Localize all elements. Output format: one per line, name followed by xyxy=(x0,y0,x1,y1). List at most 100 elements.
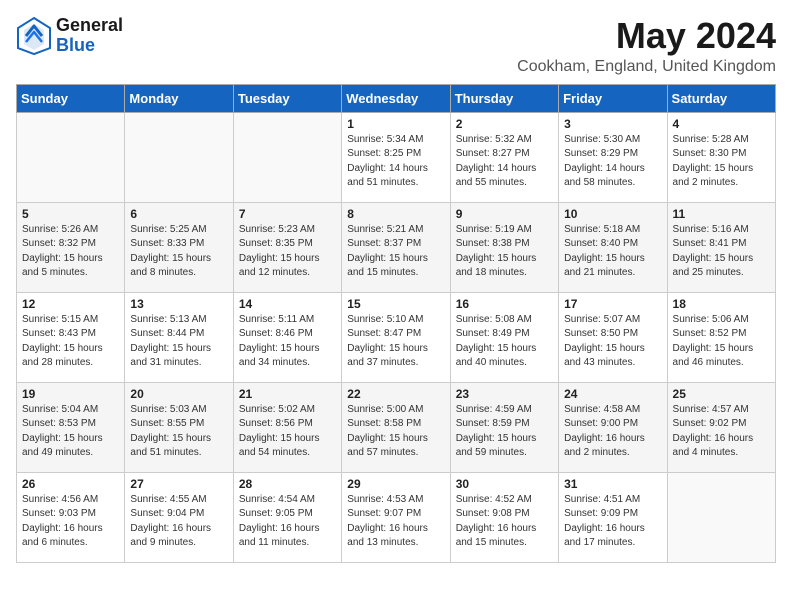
page-header: General Blue May 2024 Cookham, England, … xyxy=(16,16,776,76)
day-content: Sunrise: 4:54 AM Sunset: 9:05 PM Dayligh… xyxy=(239,493,336,551)
day-number: 9 xyxy=(456,207,553,221)
day-number: 17 xyxy=(564,297,661,311)
table-row: 2Sunrise: 5:32 AM Sunset: 8:27 PM Daylig… xyxy=(450,112,558,202)
day-content: Sunrise: 5:34 AM Sunset: 8:25 PM Dayligh… xyxy=(347,133,444,191)
calendar-week-row: 5 Sunrise: 5:26 AM Sunset: 8:32 PM Daylig… xyxy=(17,202,776,292)
table-row: 13 Sunrise: 5:13 AM Sunset: 8:44 PM Dayli… xyxy=(125,292,233,382)
day-number: 29 xyxy=(347,477,444,491)
day-content: Sunrise: 5:08 AM Sunset: 8:49 PM Dayligh… xyxy=(456,313,553,371)
day-number: 3 xyxy=(564,117,661,131)
day-content: Sunrise: 5:25 AM Sunset: 8:33 PM Dayligh… xyxy=(130,223,227,281)
day-content: Sunrise: 5:04 AM Sunset: 8:53 PM Dayligh… xyxy=(22,403,119,461)
day-number: 12 xyxy=(22,297,119,311)
day-content: Sunrise: 4:53 AM Sunset: 9:07 PM Dayligh… xyxy=(347,493,444,551)
table-row: 26 Sunrise: 4:56 AM Sunset: 9:03 PM Dayli… xyxy=(17,472,125,562)
day-number: 22 xyxy=(347,387,444,401)
day-content: Sunrise: 4:52 AM Sunset: 9:08 PM Dayligh… xyxy=(456,493,553,551)
table-row: 16 Sunrise: 5:08 AM Sunset: 8:49 PM Dayli… xyxy=(450,292,558,382)
day-content: Sunrise: 5:23 AM Sunset: 8:35 PM Dayligh… xyxy=(239,223,336,281)
table-row: 8Sunrise: 5:21 AM Sunset: 8:37 PM Daylig… xyxy=(342,202,450,292)
day-content: Sunrise: 5:07 AM Sunset: 8:50 PM Dayligh… xyxy=(564,313,661,371)
table-row: 30 Sunrise: 4:52 AM Sunset: 9:08 PM Dayli… xyxy=(450,472,558,562)
table-row: 7 Sunrise: 5:23 AM Sunset: 8:35 PM Daylig… xyxy=(233,202,341,292)
day-number: 30 xyxy=(456,477,553,491)
day-content: Sunrise: 5:02 AM Sunset: 8:56 PM Dayligh… xyxy=(239,403,336,461)
day-number: 18 xyxy=(673,297,770,311)
table-row: 9 Sunrise: 5:19 AM Sunset: 8:38 PM Daylig… xyxy=(450,202,558,292)
day-number: 2 xyxy=(456,117,553,131)
day-number: 24 xyxy=(564,387,661,401)
day-content: Sunrise: 5:03 AM Sunset: 8:55 PM Dayligh… xyxy=(130,403,227,461)
header-thursday: Thursday xyxy=(450,84,558,112)
table-row: 10 Sunrise: 5:18 AM Sunset: 8:40 PM Dayli… xyxy=(559,202,667,292)
table-row: 21 Sunrise: 5:02 AM Sunset: 8:56 PM Dayli… xyxy=(233,382,341,472)
day-content: Sunrise: 5:30 AM Sunset: 8:29 PM Dayligh… xyxy=(564,133,661,191)
calendar-week-row: 19 Sunrise: 5:04 AM Sunset: 8:53 PM Dayli… xyxy=(17,382,776,472)
table-row xyxy=(125,112,233,202)
day-number: 14 xyxy=(239,297,336,311)
day-number: 23 xyxy=(456,387,553,401)
table-row: 24Sunrise: 4:58 AM Sunset: 9:00 PM Dayli… xyxy=(559,382,667,472)
header-monday: Monday xyxy=(125,84,233,112)
day-content: Sunrise: 4:57 AM Sunset: 9:02 PM Dayligh… xyxy=(673,403,770,461)
logo-general-text: General xyxy=(56,16,123,36)
day-number: 25 xyxy=(673,387,770,401)
table-row: 29 Sunrise: 4:53 AM Sunset: 9:07 PM Dayli… xyxy=(342,472,450,562)
day-number: 13 xyxy=(130,297,227,311)
day-number: 1 xyxy=(347,117,444,131)
table-row: 19 Sunrise: 5:04 AM Sunset: 8:53 PM Dayli… xyxy=(17,382,125,472)
day-content: Sunrise: 5:13 AM Sunset: 8:44 PM Dayligh… xyxy=(130,313,227,371)
day-number: 27 xyxy=(130,477,227,491)
table-row: 31Sunrise: 4:51 AM Sunset: 9:09 PM Dayli… xyxy=(559,472,667,562)
day-number: 11 xyxy=(673,207,770,221)
day-content: Sunrise: 4:56 AM Sunset: 9:03 PM Dayligh… xyxy=(22,493,119,551)
header-friday: Friday xyxy=(559,84,667,112)
calendar-week-row: 12Sunrise: 5:15 AM Sunset: 8:43 PM Dayli… xyxy=(17,292,776,382)
header-tuesday: Tuesday xyxy=(233,84,341,112)
day-content: Sunrise: 4:51 AM Sunset: 9:09 PM Dayligh… xyxy=(564,493,661,551)
day-number: 21 xyxy=(239,387,336,401)
logo-icon xyxy=(16,16,52,56)
logo: General Blue xyxy=(16,16,123,56)
day-content: Sunrise: 5:21 AM Sunset: 8:37 PM Dayligh… xyxy=(347,223,444,281)
table-row: 4Sunrise: 5:28 AM Sunset: 8:30 PM Daylig… xyxy=(667,112,775,202)
day-content: Sunrise: 5:18 AM Sunset: 8:40 PM Dayligh… xyxy=(564,223,661,281)
logo-text: General Blue xyxy=(56,16,123,56)
day-content: Sunrise: 4:59 AM Sunset: 8:59 PM Dayligh… xyxy=(456,403,553,461)
day-number: 10 xyxy=(564,207,661,221)
table-row: 23 Sunrise: 4:59 AM Sunset: 8:59 PM Dayli… xyxy=(450,382,558,472)
day-number: 15 xyxy=(347,297,444,311)
table-row: 12Sunrise: 5:15 AM Sunset: 8:43 PM Dayli… xyxy=(17,292,125,382)
day-number: 19 xyxy=(22,387,119,401)
day-content: Sunrise: 5:10 AM Sunset: 8:47 PM Dayligh… xyxy=(347,313,444,371)
table-row: 17 Sunrise: 5:07 AM Sunset: 8:50 PM Dayli… xyxy=(559,292,667,382)
day-number: 6 xyxy=(130,207,227,221)
day-number: 5 xyxy=(22,207,119,221)
day-content: Sunrise: 5:19 AM Sunset: 8:38 PM Dayligh… xyxy=(456,223,553,281)
day-number: 26 xyxy=(22,477,119,491)
calendar-table: Sunday Monday Tuesday Wednesday Thursday… xyxy=(16,84,776,563)
table-row: 15 Sunrise: 5:10 AM Sunset: 8:47 PM Dayli… xyxy=(342,292,450,382)
table-row: 25 Sunrise: 4:57 AM Sunset: 9:02 PM Dayli… xyxy=(667,382,775,472)
table-row: 5 Sunrise: 5:26 AM Sunset: 8:32 PM Daylig… xyxy=(17,202,125,292)
day-number: 7 xyxy=(239,207,336,221)
day-number: 16 xyxy=(456,297,553,311)
weekday-header-row: Sunday Monday Tuesday Wednesday Thursday… xyxy=(17,84,776,112)
table-row xyxy=(17,112,125,202)
day-content: Sunrise: 5:16 AM Sunset: 8:41 PM Dayligh… xyxy=(673,223,770,281)
table-row: 22 Sunrise: 5:00 AM Sunset: 8:58 PM Dayli… xyxy=(342,382,450,472)
table-row: 3 Sunrise: 5:30 AM Sunset: 8:29 PM Daylig… xyxy=(559,112,667,202)
day-content: Sunrise: 5:26 AM Sunset: 8:32 PM Dayligh… xyxy=(22,223,119,281)
table-row: 14Sunrise: 5:11 AM Sunset: 8:46 PM Dayli… xyxy=(233,292,341,382)
table-row: 6 Sunrise: 5:25 AM Sunset: 8:33 PM Daylig… xyxy=(125,202,233,292)
day-content: Sunrise: 4:55 AM Sunset: 9:04 PM Dayligh… xyxy=(130,493,227,551)
table-row xyxy=(667,472,775,562)
table-row: 11 Sunrise: 5:16 AM Sunset: 8:41 PM Dayli… xyxy=(667,202,775,292)
title-area: May 2024 Cookham, England, United Kingdo… xyxy=(517,16,776,76)
header-saturday: Saturday xyxy=(667,84,775,112)
calendar-week-row: 1 Sunrise: 5:34 AM Sunset: 8:25 PM Daylig… xyxy=(17,112,776,202)
day-content: Sunrise: 5:00 AM Sunset: 8:58 PM Dayligh… xyxy=(347,403,444,461)
table-row: 27 Sunrise: 4:55 AM Sunset: 9:04 PM Dayli… xyxy=(125,472,233,562)
month-title: May 2024 xyxy=(517,16,776,56)
header-wednesday: Wednesday xyxy=(342,84,450,112)
